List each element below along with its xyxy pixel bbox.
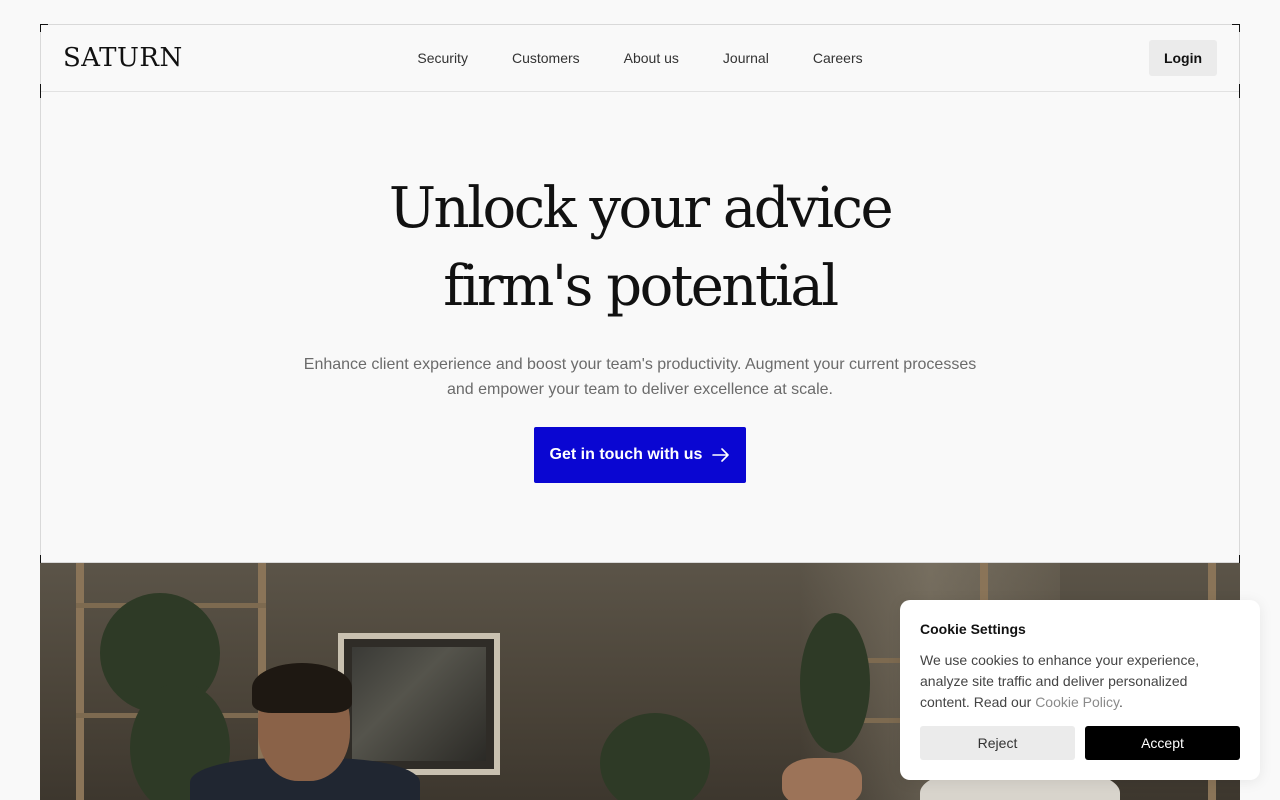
main-nav: Security Customers About us Journal Care… — [41, 49, 1239, 67]
photo-painting — [338, 633, 500, 775]
hero-subtitle: Enhance client experience and boost your… — [281, 352, 999, 402]
photo-painting-canvas — [352, 647, 486, 761]
hero-subtitle-line: Enhance client experience and boost your… — [303, 356, 977, 373]
photo-plant — [800, 613, 870, 753]
photo-plant — [600, 713, 710, 800]
cookie-buttons: Reject Accept — [920, 726, 1240, 760]
reject-cookies-button[interactable]: Reject — [920, 726, 1075, 760]
nav-item-customers[interactable]: Customers — [490, 49, 602, 67]
hero-title-line: Unlock your advice — [388, 176, 894, 241]
photo-hand — [782, 758, 862, 800]
hero-section: Unlock your advice firm's potential Enha… — [41, 92, 1239, 563]
photo-person-hair — [252, 663, 352, 713]
nav-item-careers[interactable]: Careers — [791, 49, 885, 67]
login-button[interactable]: Login — [1149, 40, 1217, 76]
cookie-text: We use cookies to enhance your experienc… — [920, 650, 1230, 713]
cookie-title: Cookie Settings — [920, 621, 1026, 637]
cookie-policy-link[interactable]: Cookie Policy — [1035, 694, 1119, 710]
hero-title-line: firm's potential — [443, 254, 839, 319]
hero-title: Unlock your advice firm's potential — [41, 170, 1239, 326]
nav-item-security[interactable]: Security — [395, 49, 490, 67]
site-header: SATURN Security Customers About us Journ… — [41, 25, 1239, 92]
nav-item-about-us[interactable]: About us — [602, 49, 701, 67]
cta-label: Get in touch with us — [549, 446, 703, 463]
frame-right-line — [1239, 24, 1240, 564]
accept-cookies-button[interactable]: Accept — [1085, 726, 1240, 760]
hero-subtitle-line: and empower your team to deliver excelle… — [447, 381, 833, 398]
arrow-right-icon — [712, 448, 730, 462]
get-in-touch-button[interactable]: Get in touch with us — [534, 427, 746, 483]
cookie-text-end: . — [1118, 694, 1123, 710]
nav-item-journal[interactable]: Journal — [701, 49, 791, 67]
cookie-settings-panel: Cookie Settings We use cookies to enhanc… — [900, 600, 1260, 780]
photo-shelf-post — [76, 563, 84, 800]
